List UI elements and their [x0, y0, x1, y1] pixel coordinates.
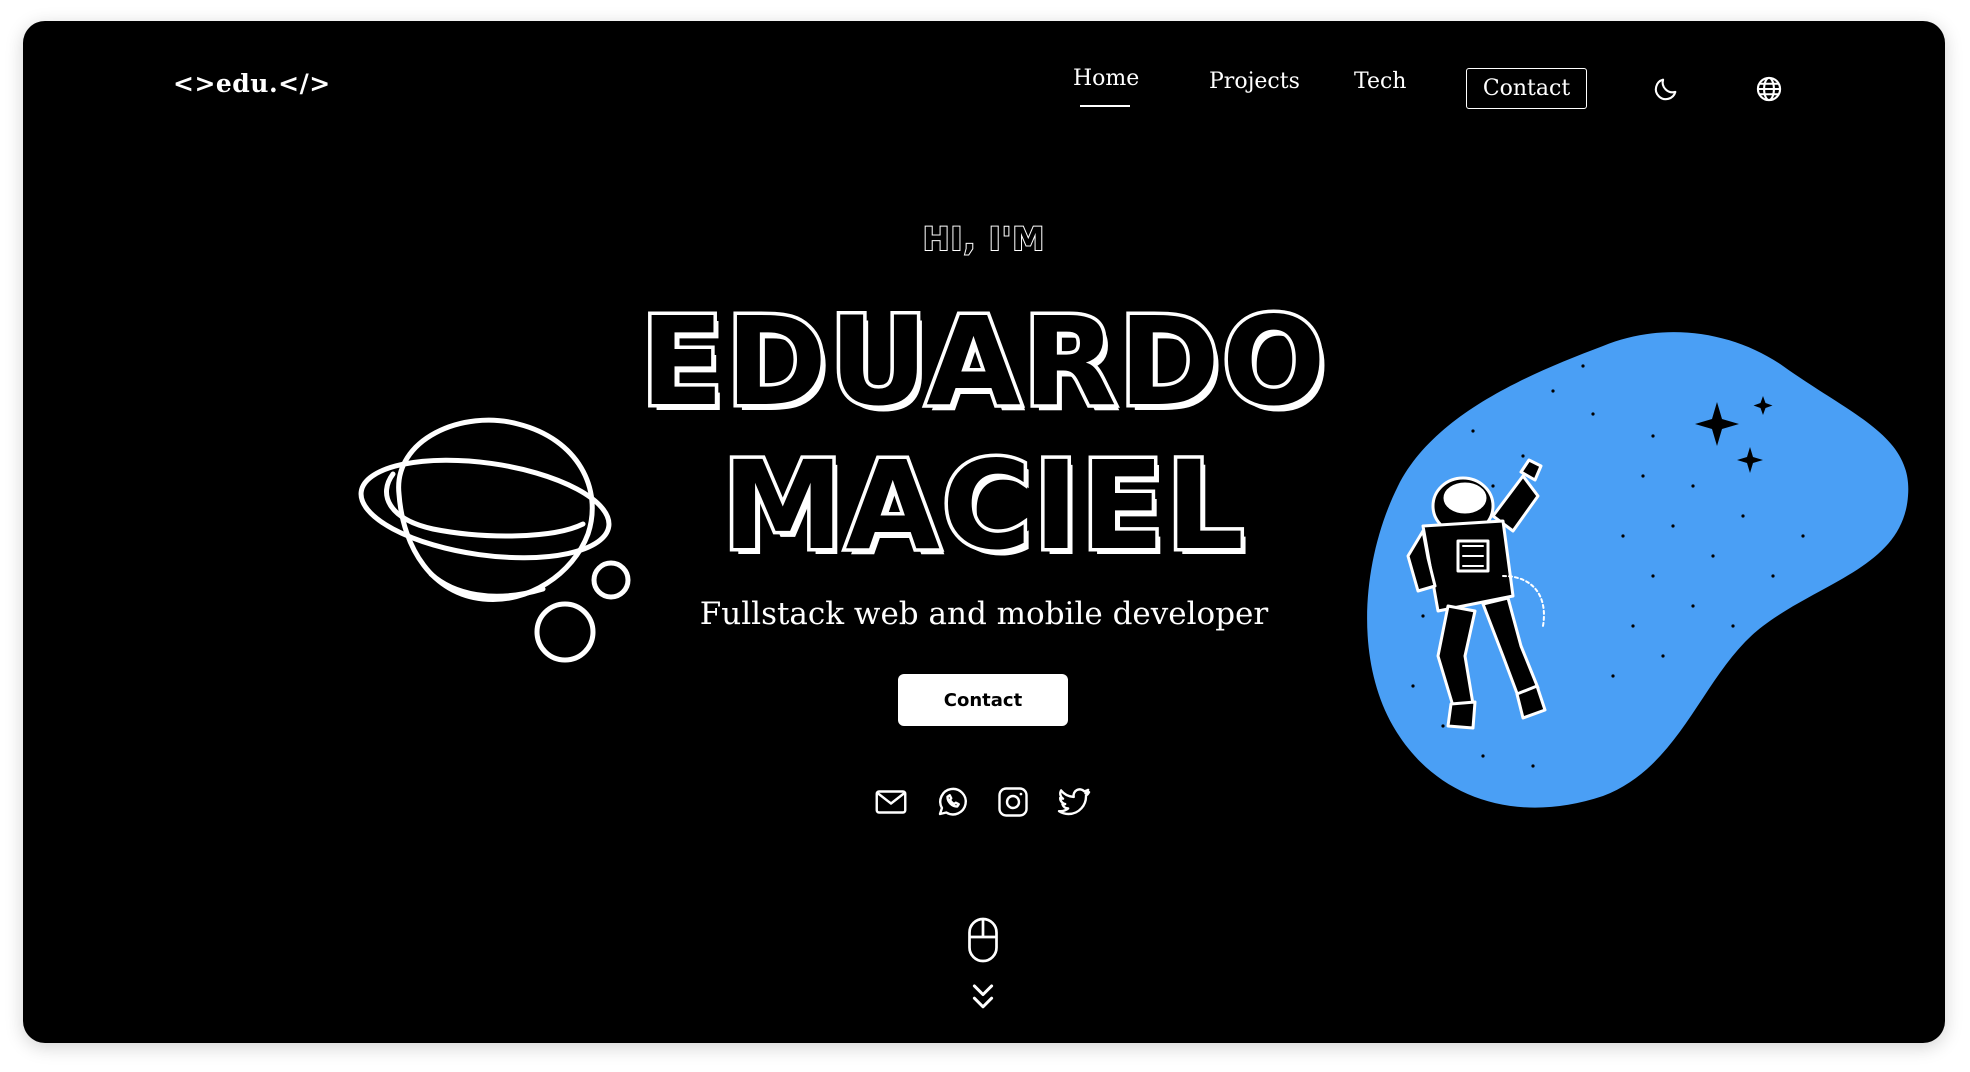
moon-icon[interactable]: [1652, 75, 1680, 103]
chevron-double-down-icon[interactable]: [968, 981, 998, 1013]
nav-contact-button[interactable]: Contact: [1466, 68, 1587, 109]
hero-name-first-text: EDUARDO: [637, 291, 1329, 433]
nav-projects[interactable]: Projects: [1209, 69, 1300, 94]
mouse-scroll-icon[interactable]: [965, 916, 1001, 964]
hero-greeting: HI, I'M: [922, 219, 1046, 259]
globe-icon[interactable]: [1755, 75, 1783, 103]
twitter-icon[interactable]: [1056, 784, 1092, 820]
whatsapp-icon[interactable]: [934, 784, 970, 820]
mail-icon[interactable]: [873, 784, 909, 820]
instagram-icon[interactable]: [995, 784, 1031, 820]
site-logo[interactable]: <>edu.</>: [173, 69, 331, 98]
astronaut-illustration: [1367, 332, 1909, 808]
nav-active-indicator: [1080, 105, 1130, 107]
nav-home[interactable]: Home: [1073, 66, 1139, 91]
page-frame: <>edu.</> Home Projects Tech Contact HI,…: [23, 21, 1945, 1043]
contact-button[interactable]: Contact: [898, 674, 1068, 726]
nav-tech[interactable]: Tech: [1354, 69, 1406, 94]
hero-name-last-text: MACIEL: [719, 435, 1248, 577]
